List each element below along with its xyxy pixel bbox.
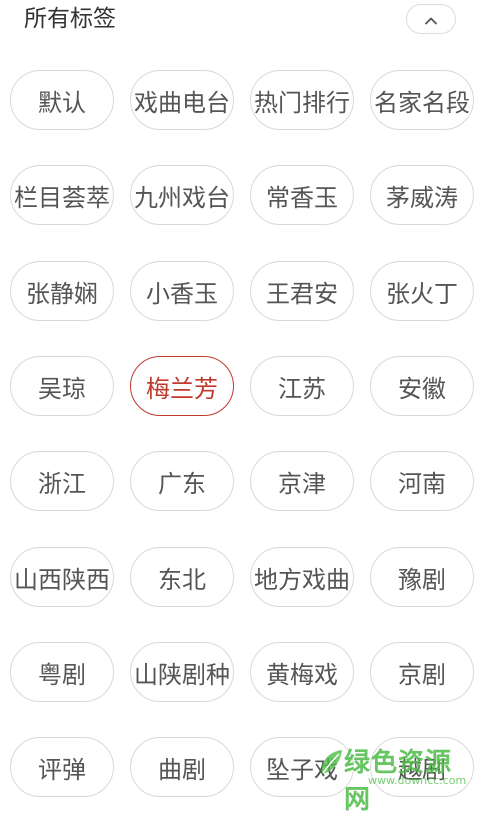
tag-button[interactable]: 山西陕西: [10, 547, 114, 607]
tag-button[interactable]: 曲剧: [130, 737, 234, 797]
tag-button[interactable]: 评弹: [10, 737, 114, 797]
tag-button[interactable]: 名家名段: [370, 70, 474, 130]
tag-button[interactable]: 粤剧: [10, 642, 114, 702]
tag-button[interactable]: 山陕剧种: [130, 642, 234, 702]
tag-button[interactable]: 张静娴: [10, 261, 114, 321]
tag-button[interactable]: 豫剧: [370, 547, 474, 607]
collapse-button[interactable]: [406, 4, 456, 34]
tag-button[interactable]: 浙江: [10, 451, 114, 511]
tag-button[interactable]: 戏曲电台: [130, 70, 234, 130]
tag-button[interactable]: 江苏: [250, 356, 354, 416]
tag-button[interactable]: 默认: [10, 70, 114, 130]
tag-button[interactable]: 黄梅戏: [250, 642, 354, 702]
tag-button[interactable]: 热门排行: [250, 70, 354, 130]
tag-button[interactable]: 坠子戏: [250, 737, 354, 797]
tag-button[interactable]: 九州戏台: [130, 165, 234, 225]
tag-button[interactable]: 梅兰芳: [130, 356, 234, 416]
tag-button[interactable]: 河南: [370, 451, 474, 511]
tag-button[interactable]: 越剧: [370, 737, 474, 797]
tag-button[interactable]: 王君安: [250, 261, 354, 321]
tag-button[interactable]: 栏目荟萃: [10, 165, 114, 225]
tag-button[interactable]: 吴琼: [10, 356, 114, 416]
tag-button[interactable]: 东北: [130, 547, 234, 607]
tag-button[interactable]: 京津: [250, 451, 354, 511]
tag-button[interactable]: 茅威涛: [370, 165, 474, 225]
tag-button[interactable]: 京剧: [370, 642, 474, 702]
tag-button[interactable]: 常香玉: [250, 165, 354, 225]
tag-button[interactable]: 地方戏曲: [250, 547, 354, 607]
chevron-up-icon: [424, 10, 438, 29]
tag-button[interactable]: 广东: [130, 451, 234, 511]
tag-button[interactable]: 安徽: [370, 356, 474, 416]
tag-button[interactable]: 张火丁: [370, 261, 474, 321]
page-title: 所有标签: [24, 6, 116, 32]
tag-button[interactable]: 小香玉: [130, 261, 234, 321]
tags-header: 所有标签: [0, 0, 480, 40]
